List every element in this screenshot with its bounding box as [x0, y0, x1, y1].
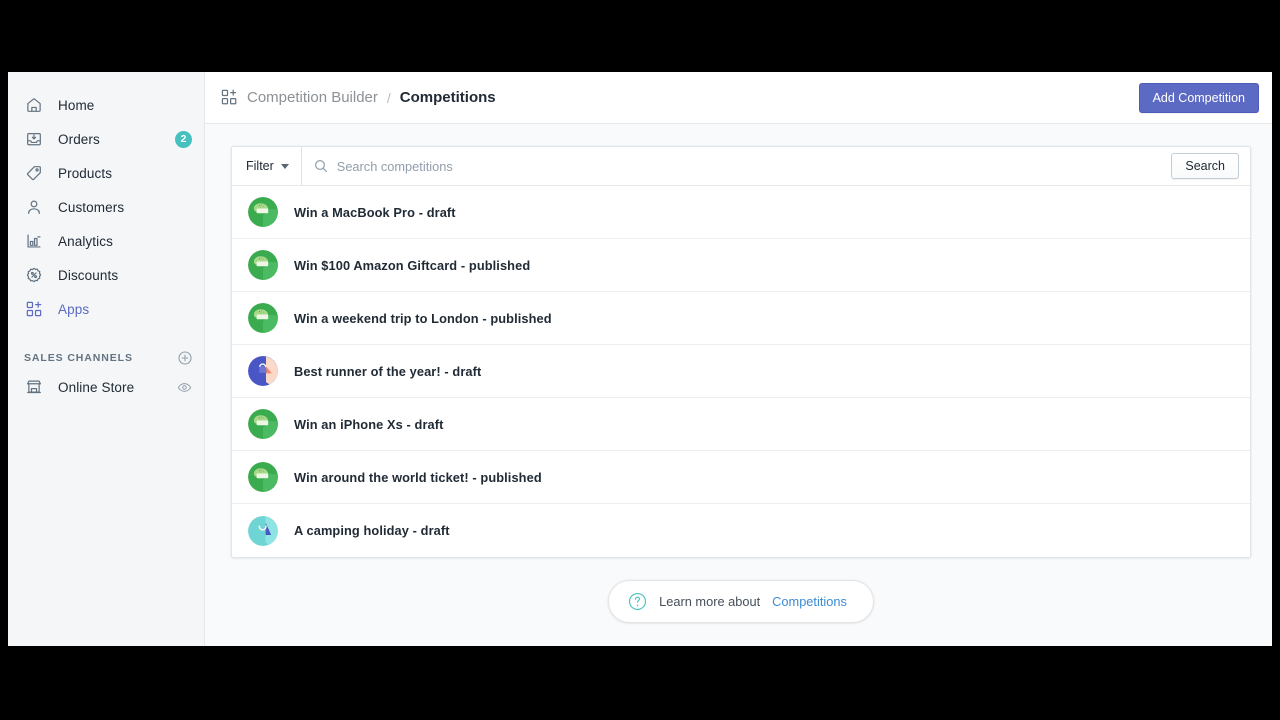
sales-channels-header: SALES CHANNELS	[24, 352, 133, 364]
add-competition-button[interactable]: Add Competition	[1138, 82, 1259, 113]
competition-title: Win a MacBook Pro - draft	[294, 204, 456, 220]
competition-row[interactable]: Win a MacBook Pro - draft	[232, 186, 1250, 239]
filter-bar: Filter Search	[232, 147, 1250, 186]
eye-icon[interactable]	[177, 380, 192, 395]
competition-thumbnail	[248, 515, 278, 546]
competition-title: Win a weekend trip to London - published	[294, 310, 552, 326]
page-title: Competitions	[399, 89, 496, 106]
channel-label: Online Store	[58, 379, 135, 395]
learn-more-text: Learn more about	[659, 594, 761, 609]
competition-thumbnail	[248, 462, 278, 492]
competition-thumbnail	[248, 303, 278, 333]
search-icon	[314, 159, 328, 173]
sales-channel-list: Online Store	[8, 374, 204, 400]
orders-icon	[24, 129, 44, 149]
customers-icon	[24, 197, 44, 217]
sidebar: Home Orders 2 Products Customers Analytics Dis…	[8, 72, 205, 646]
sidebar-section-sales-channels: SALES CHANNELS	[16, 348, 196, 368]
apps-icon	[221, 89, 238, 106]
sidebar-item-home[interactable]: Home	[16, 92, 196, 118]
competition-title: Win an iPhone Xs - draft	[294, 416, 444, 432]
breadcrumb-separator: /	[386, 89, 391, 106]
breadcrumb: Competition Builder / Competitions	[221, 89, 1139, 106]
question-circle-icon	[628, 592, 647, 611]
competition-row[interactable]: A camping holiday - draft	[232, 504, 1250, 557]
chevron-down-icon	[280, 163, 289, 169]
competition-title: Win $100 Amazon Giftcard - published	[294, 257, 531, 273]
sidebar-item-label: Analytics	[58, 233, 113, 249]
sidebar-item-label: Orders	[58, 131, 100, 147]
products-icon	[24, 163, 44, 183]
top-bar: Competition Builder / Competitions Add C…	[205, 72, 1272, 124]
sidebar-badge-orders: 2	[175, 130, 192, 148]
sidebar-item-analytics[interactable]: Analytics	[16, 228, 196, 254]
footer-region: Learn more about Competitions	[231, 558, 1251, 623]
competitions-card: Filter Search competitions Search Win a …	[231, 146, 1251, 558]
search-field-wrapper	[302, 147, 1168, 185]
competition-thumbnail	[248, 409, 278, 439]
learn-more-link[interactable]: Competitions	[772, 594, 847, 609]
sidebar-item-customers[interactable]: Customers	[16, 194, 196, 220]
competition-title: Win around the world ticket! - published	[294, 469, 542, 485]
competition-thumbnail	[248, 197, 278, 227]
main-area: Competition Builder / Competitions Add C…	[205, 72, 1272, 646]
sidebar-item-apps[interactable]: Apps	[16, 296, 196, 322]
sidebar-item-label: Home	[58, 97, 95, 113]
sidebar-item-discounts[interactable]: Discounts	[16, 262, 196, 288]
competition-title: A camping holiday - draft	[294, 523, 450, 538]
sidebar-item-label: Apps	[58, 301, 90, 317]
filter-label: Filter	[246, 159, 274, 173]
sidebar-item-label: Customers	[58, 199, 125, 215]
content-region: Filter Search competitions Search Win a …	[205, 124, 1272, 646]
competition-row[interactable]: Win around the world ticket! - published	[232, 451, 1250, 504]
filter-dropdown[interactable]: Filter	[232, 147, 302, 185]
sidebar-item-orders[interactable]: Orders 2	[16, 126, 196, 152]
learn-more-pill[interactable]: Learn more about Competitions	[608, 580, 874, 623]
sidebar-nav-list: Home Orders 2 Products Customers Analytics Dis…	[8, 92, 204, 322]
competition-title: Best runner of the year! - draft	[294, 363, 482, 379]
competition-row[interactable]: Win a weekend trip to London - published	[232, 292, 1250, 345]
competition-thumbnail	[248, 356, 278, 386]
discounts-icon	[24, 265, 44, 285]
breadcrumb-parent[interactable]: Competition Builder	[247, 89, 378, 106]
search-input[interactable]	[336, 158, 1156, 174]
competition-row[interactable]: Best runner of the year! - draft	[232, 345, 1250, 398]
app-viewport: Home Orders 2 Products Customers Analytics Dis…	[8, 72, 1272, 646]
competition-row[interactable]: Win $100 Amazon Giftcard - published	[232, 239, 1250, 292]
home-icon	[24, 95, 44, 115]
analytics-icon	[24, 231, 44, 251]
apps-icon	[24, 299, 44, 319]
sidebar-item-label: Products	[58, 165, 113, 181]
competition-thumbnail	[248, 250, 278, 280]
sidebar-item-label: Discounts	[58, 267, 119, 283]
competitions-list: Win a MacBook Pro - draft Win $100 Amazo…	[232, 186, 1250, 557]
plus-circle-icon[interactable]	[178, 351, 192, 365]
sidebar-channel-online-store[interactable]: Online Store	[16, 374, 196, 400]
search-button[interactable]: Search	[1171, 153, 1239, 179]
competition-row[interactable]: Win an iPhone Xs - draft	[232, 398, 1250, 451]
sidebar-item-products[interactable]: Products	[16, 160, 196, 186]
store-icon	[24, 377, 44, 397]
